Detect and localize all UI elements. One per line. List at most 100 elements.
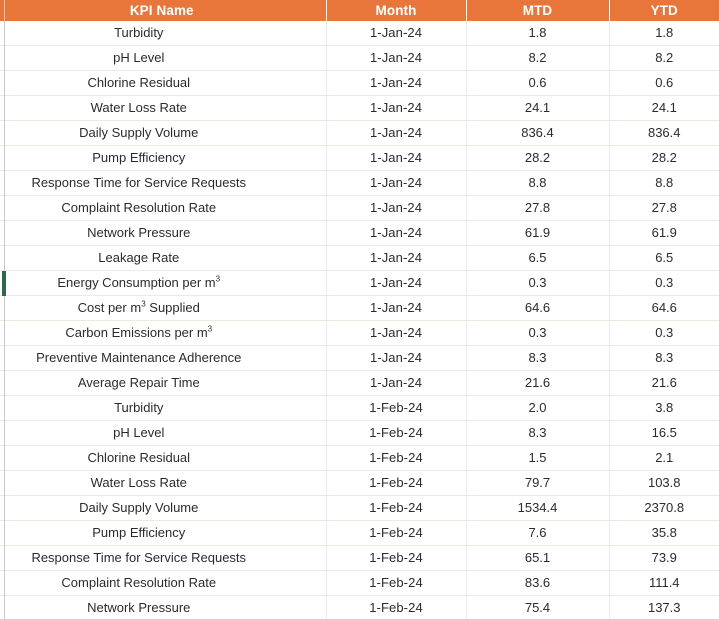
cell-ytd[interactable]: 64.6 [609,295,719,321]
cell-kpi-name[interactable]: Complaint Resolution Rate [0,570,327,596]
table-row[interactable]: Network Pressure 1-Feb-24 75.4 137.3 [0,595,719,619]
cell-ytd[interactable]: 2.1 [609,445,719,471]
table-row[interactable]: Leakage Rate 1-Jan-24 6.5 6.5 [0,245,719,271]
cell-month[interactable]: 1-Jan-24 [326,195,467,221]
table-row[interactable]: Complaint Resolution Rate 1-Feb-24 83.6 111… [0,570,719,596]
cell-ytd[interactable]: 35.8 [609,520,719,546]
cell-ytd[interactable]: 6.5 [609,245,719,271]
cell-kpi-name[interactable]: Chlorine Residual [0,70,327,96]
cell-kpi-name[interactable]: Network Pressure [0,595,327,619]
table-row[interactable]: Average Repair Time 1-Jan-24 21.6 21.6 [0,370,719,396]
cell-kpi-name[interactable]: Pump Efficiency [0,520,327,546]
cell-month[interactable]: 1-Feb-24 [326,420,467,446]
cell-kpi-name[interactable]: Daily Supply Volume [0,495,327,521]
table-row[interactable]: Complaint Resolution Rate 1-Jan-24 27.8 27.… [0,195,719,221]
cell-month[interactable]: 1-Jan-24 [326,45,467,71]
cell-ytd[interactable]: 16.5 [609,420,719,446]
cell-month[interactable]: 1-Jan-24 [326,320,467,346]
cell-mtd[interactable]: 79.7 [466,470,610,496]
cell-kpi-name[interactable]: pH Level [0,420,327,446]
cell-month[interactable]: 1-Jan-24 [326,345,467,371]
cell-ytd[interactable]: 27.8 [609,195,719,221]
column-header-month[interactable]: Month [326,0,467,21]
table-row[interactable]: Pump Efficiency 1-Jan-24 28.2 28.2 [0,145,719,171]
cell-month[interactable]: 1-Jan-24 [326,95,467,121]
table-row[interactable]: pH Level 1-Feb-24 8.3 16.5 [0,420,719,446]
cell-ytd[interactable]: 0.6 [609,70,719,96]
cell-month[interactable]: 1-Feb-24 [326,545,467,571]
cell-ytd[interactable]: 8.2 [609,45,719,71]
table-row[interactable]: Chlorine Residual 1-Feb-24 1.5 2.1 [0,445,719,471]
cell-mtd[interactable]: 64.6 [466,295,610,321]
cell-ytd[interactable]: 0.3 [609,320,719,346]
table-row[interactable]: Pump Efficiency 1-Feb-24 7.6 35.8 [0,520,719,546]
cell-ytd[interactable]: 24.1 [609,95,719,121]
cell-month[interactable]: 1-Jan-24 [326,21,467,46]
cell-mtd[interactable]: 8.2 [466,45,610,71]
cell-mtd[interactable]: 1.8 [466,21,610,46]
cell-month[interactable]: 1-Feb-24 [326,395,467,421]
cell-kpi-name[interactable]: Chlorine Residual [0,445,327,471]
cell-month[interactable]: 1-Jan-24 [326,120,467,146]
table-row[interactable]: Network Pressure 1-Jan-24 61.9 61.9 [0,220,719,246]
cell-month[interactable]: 1-Feb-24 [326,445,467,471]
cell-ytd[interactable]: 3.8 [609,395,719,421]
cell-month[interactable]: 1-Jan-24 [326,70,467,96]
cell-month[interactable]: 1-Jan-24 [326,245,467,271]
column-header-kpi-name[interactable]: KPI Name [0,0,327,21]
cell-mtd[interactable]: 8.3 [466,420,610,446]
cell-month[interactable]: 1-Feb-24 [326,595,467,619]
cell-mtd[interactable]: 8.3 [466,345,610,371]
table-row[interactable]: Cost per m3 Supplied 1-Jan-24 64.6 64.6 [0,295,719,321]
cell-kpi-name[interactable]: Water Loss Rate [0,470,327,496]
cell-ytd[interactable]: 1.8 [609,21,719,46]
cell-mtd[interactable]: 836.4 [466,120,610,146]
cell-month[interactable]: 1-Jan-24 [326,370,467,396]
table-row[interactable]: Chlorine Residual 1-Jan-24 0.6 0.6 [0,70,719,96]
table-row[interactable]: Daily Supply Volume 1-Feb-24 1534.4 2370.8 [0,495,719,521]
cell-ytd[interactable]: 61.9 [609,220,719,246]
cell-month[interactable]: 1-Feb-24 [326,495,467,521]
cell-mtd[interactable]: 24.1 [466,95,610,121]
table-row[interactable]: Water Loss Rate 1-Jan-24 24.1 24.1 [0,95,719,121]
cell-mtd[interactable]: 75.4 [466,595,610,619]
cell-mtd[interactable]: 1534.4 [466,495,610,521]
cell-ytd[interactable]: 28.2 [609,145,719,171]
cell-ytd[interactable]: 8.8 [609,170,719,196]
cell-kpi-name[interactable]: Water Loss Rate [0,95,327,121]
cell-kpi-name[interactable]: Leakage Rate [0,245,327,271]
cell-mtd[interactable]: 7.6 [466,520,610,546]
cell-mtd[interactable]: 0.3 [466,320,610,346]
cell-mtd[interactable]: 27.8 [466,195,610,221]
cell-kpi-name[interactable]: Turbidity [0,395,327,421]
table-row[interactable]: Water Loss Rate 1-Feb-24 79.7 103.8 [0,470,719,496]
cell-month[interactable]: 1-Feb-24 [326,570,467,596]
table-row[interactable]: Turbidity 1-Feb-24 2.0 3.8 [0,395,719,421]
table-row[interactable]: pH Level 1-Jan-24 8.2 8.2 [0,45,719,71]
cell-mtd[interactable]: 28.2 [466,145,610,171]
cell-mtd[interactable]: 61.9 [466,220,610,246]
cell-kpi-name[interactable]: Network Pressure [0,220,327,246]
cell-mtd[interactable]: 83.6 [466,570,610,596]
table-row[interactable]: Carbon Emissions per m3 1-Jan-24 0.3 0.3 [0,320,719,346]
cell-kpi-name[interactable]: pH Level [0,45,327,71]
cell-mtd[interactable]: 21.6 [466,370,610,396]
cell-ytd[interactable]: 2370.8 [609,495,719,521]
table-row[interactable]: Energy Consumption per m3 1-Jan-24 0.3 0.3 [0,270,719,296]
cell-kpi-name[interactable]: Response Time for Service Requests [0,170,327,196]
cell-kpi-name[interactable]: Turbidity [0,21,327,46]
cell-month[interactable]: 1-Feb-24 [326,520,467,546]
cell-ytd[interactable]: 836.4 [609,120,719,146]
cell-kpi-name[interactable]: Preventive Maintenance Adherence [0,345,327,371]
table-row[interactable]: Daily Supply Volume 1-Jan-24 836.4 836.4 [0,120,719,146]
cell-month[interactable]: 1-Jan-24 [326,220,467,246]
cell-ytd[interactable]: 111.4 [609,570,719,596]
cell-kpi-name[interactable]: Complaint Resolution Rate [0,195,327,221]
cell-mtd[interactable]: 8.8 [466,170,610,196]
cell-ytd[interactable]: 0.3 [609,270,719,296]
cell-month[interactable]: 1-Jan-24 [326,295,467,321]
cell-ytd[interactable]: 73.9 [609,545,719,571]
column-header-mtd[interactable]: MTD [466,0,610,21]
cell-ytd[interactable]: 103.8 [609,470,719,496]
table-row[interactable]: Response Time for Service Requests 1-Feb-… [0,545,719,571]
